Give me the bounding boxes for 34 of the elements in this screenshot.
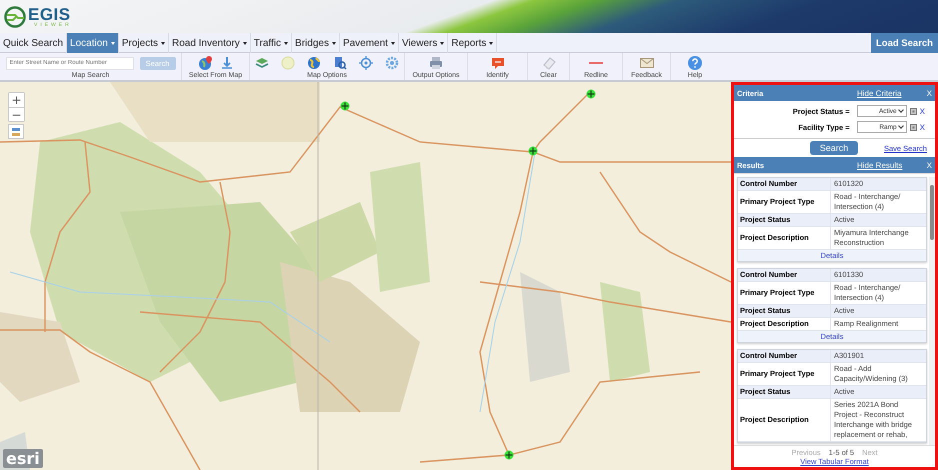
- close-button[interactable]: X: [926, 88, 932, 98]
- filter-checkbox[interactable]: [910, 108, 917, 114]
- esri-logo: esri: [3, 449, 43, 468]
- close-button[interactable]: X: [926, 160, 932, 170]
- remove-filter-button[interactable]: X: [920, 122, 925, 132]
- filter-checkbox[interactable]: [910, 124, 917, 130]
- basemap-button[interactable]: [8, 124, 24, 139]
- basemap-icon: [11, 126, 21, 136]
- zoom-document-icon[interactable]: [332, 55, 348, 71]
- speech-bubble-icon[interactable]: [490, 55, 506, 71]
- hide-link[interactable]: Hide Criteria: [807, 88, 927, 98]
- globe-icon[interactable]: [306, 55, 322, 71]
- globe-pin-icon[interactable]: [196, 55, 212, 71]
- load-search-button[interactable]: Load Search: [870, 33, 938, 53]
- location-marker-icon: [586, 89, 596, 99]
- settings-icon[interactable]: [384, 55, 400, 71]
- printer-icon[interactable]: [428, 55, 444, 71]
- help-icon[interactable]: [687, 55, 703, 71]
- logo-title: EGIS: [28, 6, 72, 22]
- locate-icon[interactable]: [358, 55, 374, 71]
- zoom-in-button[interactable]: +: [9, 93, 24, 107]
- hide-link[interactable]: Hide Results: [807, 160, 927, 170]
- location-marker-icon: [528, 146, 538, 156]
- remove-filter-button[interactable]: X: [920, 106, 925, 116]
- search-button[interactable]: Search: [810, 141, 858, 155]
- globe-logo-icon: [4, 6, 26, 28]
- menu-tab[interactable]: Location: [67, 33, 119, 53]
- envelope-icon[interactable]: [638, 55, 654, 71]
- location-marker-icon: [340, 101, 350, 111]
- layers-icon[interactable]: [254, 55, 270, 71]
- zoom-out-button[interactable]: −: [9, 107, 24, 121]
- eraser-icon[interactable]: [540, 55, 556, 71]
- scrollbar[interactable]: [929, 177, 935, 445]
- location-marker-icon: [504, 450, 514, 460]
